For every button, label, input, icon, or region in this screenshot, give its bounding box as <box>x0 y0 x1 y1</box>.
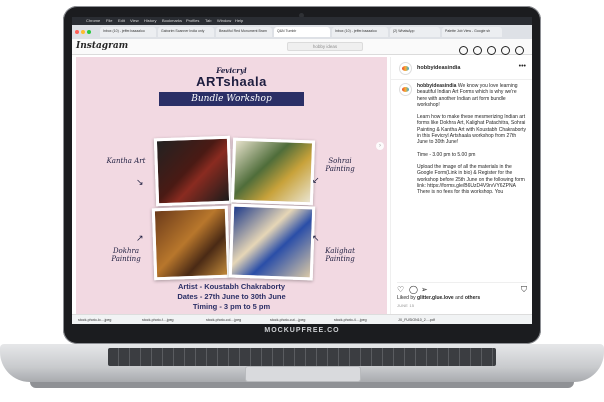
browser-tab[interactable]: Inbox (10) - jeffer.baaaaloo <box>100 27 156 37</box>
download-item[interactable]: stock-photo-f....jpeg <box>142 318 174 322</box>
search-input[interactable]: hobby ideas <box>287 42 363 51</box>
laptop-bottom-edge <box>30 382 574 388</box>
heart-icon[interactable] <box>501 46 510 55</box>
browser-tab[interactable]: Palette Job View - Google sh <box>442 27 502 37</box>
post-date: JUNE 15 <box>397 304 415 308</box>
browser-tab[interactable]: Gaborim Scanner India only <box>158 27 214 37</box>
comment-icon[interactable]: ◯ <box>409 285 418 294</box>
sohrai-painting-image <box>230 137 316 206</box>
likes-others-link[interactable]: others <box>465 295 480 301</box>
likes-summary: Liked by glitter.glue.love and others <box>397 295 480 301</box>
menu-edit[interactable]: Edit <box>118 18 125 23</box>
window-controls <box>75 30 93 35</box>
post-actions: ♡ ◯ ➢ ⛉ <box>397 282 527 295</box>
like-heart-icon[interactable]: ♡ <box>397 285 404 294</box>
minimize-window-button[interactable] <box>81 30 85 34</box>
close-window-button[interactable] <box>75 30 79 34</box>
macos-menu-bar: Chrome File Edit View History Bookmarks … <box>72 17 532 25</box>
menu-file[interactable]: File <box>106 18 112 23</box>
instagram-logo[interactable]: Instagram <box>76 41 128 51</box>
dokhra-painting-image <box>151 205 231 281</box>
poster-dates: Dates - 27th June to 30th June <box>177 292 286 301</box>
download-item[interactable]: stock-photo-4....jpeg <box>334 318 367 322</box>
zoom-window-button[interactable] <box>87 30 91 34</box>
liked-by-user-link[interactable]: glitter.glue.love <box>417 295 454 301</box>
browser-tab[interactable]: Beautiful Red Monument Bram <box>216 27 272 37</box>
poster-artist: Artist - Koustabh Chakraborty <box>177 282 286 291</box>
label-kantha: Kantha Art <box>106 157 146 165</box>
label-dokhra: Dokhra Painting <box>111 247 141 263</box>
download-item[interactable]: stock-photo-lo....jpeg <box>78 318 111 322</box>
explore-icon[interactable] <box>487 46 496 55</box>
likes-prefix: Liked by <box>397 295 416 301</box>
trackpad <box>245 366 361 382</box>
more-options-icon[interactable]: ••• <box>519 63 526 70</box>
label-kalighat: Kalighat Painting <box>325 247 355 263</box>
browser-tab-active[interactable]: Q&N Tumblr <box>274 27 330 37</box>
kantha-art-image <box>153 135 233 207</box>
poster-timing: Timing - 3 pm to 5 pm <box>192 302 271 311</box>
share-icon[interactable]: ➢ <box>421 285 428 294</box>
caption-paragraph: Learn how to make these mesmerizing Indi… <box>417 114 526 146</box>
poster-brand-main: ARTshaala <box>196 74 267 89</box>
caption-paragraph: Upload the image of all the materials in… <box>417 163 525 196</box>
menu-history[interactable]: History <box>144 18 156 23</box>
next-slide-chevron-icon[interactable]: › <box>376 142 384 150</box>
kalighat-painting-image <box>228 203 316 281</box>
account-avatar[interactable] <box>399 62 412 75</box>
instagram-header: Instagram hobby ideas <box>72 39 532 55</box>
post-image[interactable]: Fevicryl ARTshaala Bundle Workshop Kanth… <box>76 57 387 314</box>
caption-avatar[interactable] <box>399 83 412 96</box>
browser-tab-bar: Inbox (10) - jeffer.baaaaloo Gaborim Sca… <box>72 25 532 39</box>
menu-window[interactable]: Window <box>217 18 231 23</box>
menu-tab[interactable]: Tab <box>205 18 211 23</box>
arrow-icon: ↘ <box>136 177 144 187</box>
save-bookmark-icon[interactable]: ⛉ <box>521 285 527 295</box>
poster-ribbon: Bundle Workshop <box>159 92 304 106</box>
caption-handle[interactable]: hobbyideasindia <box>417 83 456 89</box>
home-icon[interactable] <box>459 46 468 55</box>
mockup-watermark: MOCKUPFREE.CO <box>264 327 340 334</box>
arrow-icon: ↙ <box>312 175 320 185</box>
messenger-icon[interactable] <box>473 46 482 55</box>
menu-chrome[interactable]: Chrome <box>86 18 100 23</box>
menu-bookmarks[interactable]: Bookmarks <box>162 18 182 23</box>
profile-avatar-icon[interactable] <box>515 46 524 55</box>
post-sidebar: hobbyideasindia ••• hobbyideasindia We k… <box>390 57 532 324</box>
browser-tab[interactable]: (2) WhatsApp <box>390 27 440 37</box>
laptop-screen: Chrome File Edit View History Bookmarks … <box>72 17 532 324</box>
menu-help[interactable]: Help <box>235 18 243 23</box>
menu-profiles[interactable]: Profiles <box>186 18 199 23</box>
download-item[interactable]: stock-photo-cut....jpeg <box>270 318 305 322</box>
arrow-icon: ↗ <box>136 233 144 243</box>
menu-view[interactable]: View <box>130 18 139 23</box>
likes-suffix: and <box>455 295 464 301</box>
keyboard <box>108 348 496 366</box>
label-sohrai: Sohrai Painting <box>325 157 355 173</box>
browser-tab[interactable]: Inbox (10) - jeffer.baaaaloo <box>332 27 388 37</box>
arrow-icon: ↖ <box>312 233 320 243</box>
caption-time: Time - 3.00 pm to 5.00 pm <box>417 151 476 158</box>
download-item[interactable]: JX_FUSION10_2....pdf <box>398 318 435 322</box>
post-header: hobbyideasindia ••• <box>391 57 532 80</box>
downloads-bar: stock-photo-lo....jpeg stock-photo-f....… <box>72 314 532 324</box>
post-caption: hobbyideasindia We know you love learnin… <box>417 83 527 285</box>
account-handle[interactable]: hobbyideasindia <box>417 65 460 71</box>
download-item[interactable]: stock-photo-col....jpeg <box>206 318 241 322</box>
